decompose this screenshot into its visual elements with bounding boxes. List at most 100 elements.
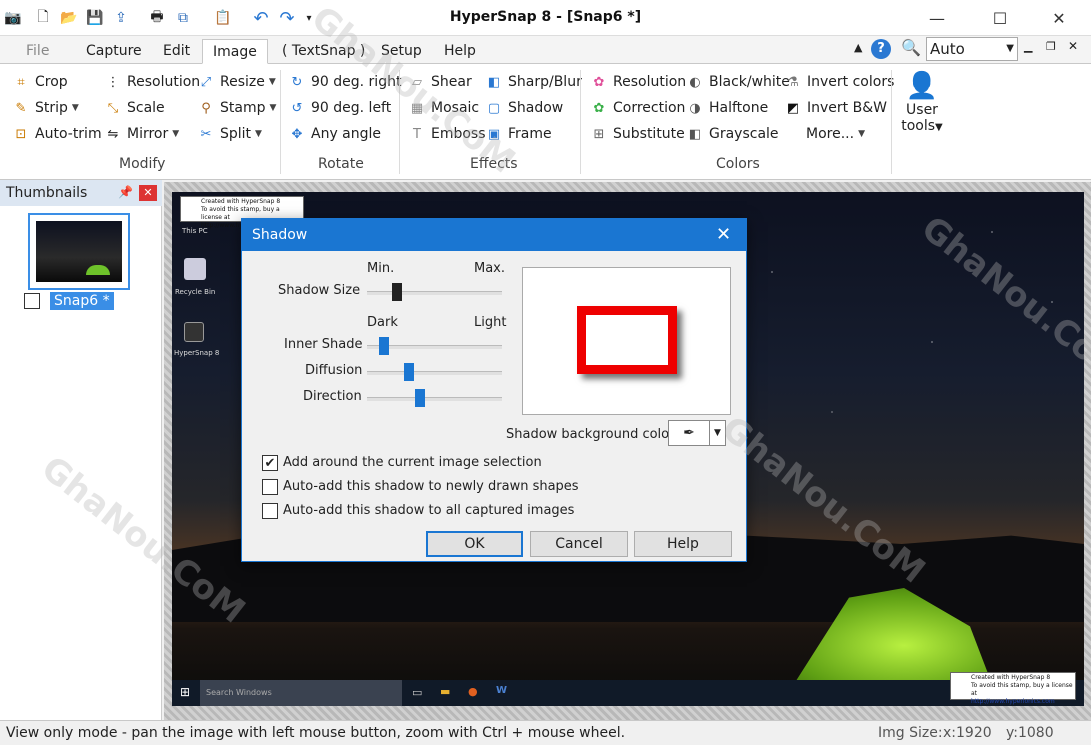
rotate-left-button[interactable]: ↺ 90 deg. left	[288, 97, 392, 119]
preview-red-rectangle	[577, 306, 677, 374]
chevron-down-icon: ▼	[858, 129, 865, 139]
chevron-down-icon: ▼	[269, 103, 277, 113]
shadow-bg-color-picker[interactable]: ✒ ▼	[668, 420, 726, 446]
menu-bar: File Capture Edit Image ( TextSnap ) Set…	[0, 36, 1091, 64]
tab-textsnap[interactable]: ( TextSnap )	[272, 39, 375, 64]
black-white-button[interactable]: ◐ Black/white	[686, 71, 790, 93]
doc-minimize-icon[interactable]: ▁	[1024, 40, 1032, 53]
windows-start-icon: ⊞	[180, 685, 191, 699]
direction-slider[interactable]	[415, 389, 425, 407]
title-bar: 📷 🗋 📂 💾 ⇪ 🖶 ⧉ 📋 ↶ ↷ ▾ HyperSnap 8 - [Sna…	[0, 0, 1091, 36]
scale-button[interactable]: ⤡ Scale	[104, 97, 165, 119]
inner-shade-slider[interactable]	[379, 337, 389, 355]
checkbox-auto-add-shapes[interactable]	[262, 479, 278, 495]
halftone-icon: ◑	[689, 100, 701, 116]
doc-restore-icon[interactable]: ❐	[1046, 40, 1056, 53]
ribbon-divider	[399, 70, 400, 174]
collapse-ribbon-icon[interactable]: ▲	[854, 41, 862, 54]
taskbar-search: Search Windows	[200, 680, 402, 706]
checkbox-add-around-selection[interactable]: ✔	[262, 455, 278, 471]
tab-edit[interactable]: Edit	[153, 39, 200, 64]
thumbnails-panel: Thumbnails 📌 ✕ Snap6 *	[0, 180, 162, 720]
invert-bw-button[interactable]: ◩ Invert B&W	[784, 97, 887, 119]
close-panel-icon[interactable]: ✕	[139, 185, 157, 201]
checkbox-auto-add-captured[interactable]	[262, 503, 278, 519]
correction-button[interactable]: ✿ Correction	[590, 97, 686, 119]
status-width: x:1920	[943, 725, 992, 741]
status-height: y:1080	[1006, 725, 1054, 741]
auto-trim-icon: ⊡	[15, 126, 27, 142]
maximize-button[interactable]: ☐	[977, 0, 1023, 36]
zoom-icon[interactable]: 🔍	[901, 38, 921, 57]
label-direction: Direction	[303, 389, 362, 404]
tent-shape	[85, 264, 110, 275]
group-label-effects: Effects	[470, 156, 518, 172]
help-icon[interactable]: ?	[871, 39, 891, 59]
dialog-close-icon[interactable]: ✕	[716, 224, 731, 245]
zoom-select[interactable]: Auto ▼	[926, 37, 1018, 61]
close-button[interactable]: ✕	[1036, 0, 1082, 36]
shear-button[interactable]: ▱ Shear	[408, 71, 472, 93]
rotate-right-icon: ↻	[291, 74, 303, 90]
pin-icon[interactable]: 📌	[118, 185, 133, 199]
more-colors-button[interactable]: More... ▼	[806, 123, 865, 145]
crop-button[interactable]: ⌗ Crop	[12, 71, 67, 93]
tab-help[interactable]: Help	[434, 39, 486, 64]
doc-close-icon[interactable]: ✕	[1068, 39, 1078, 53]
diffusion-track	[367, 371, 502, 375]
minimize-button[interactable]: —	[914, 0, 960, 36]
resize-icon: ⤢	[200, 74, 212, 90]
sharp-blur-button[interactable]: ◧ Sharp/Blur	[485, 71, 582, 93]
color-wheel-icon: ✿	[593, 74, 605, 90]
thumbnail-checkbox[interactable]	[24, 293, 40, 309]
label-dark: Dark	[367, 315, 398, 330]
hypersnap-stamp-bottom: Created with HyperSnap 8 To avoid this s…	[950, 672, 1076, 705]
mosaic-button[interactable]: ▦ Mosaic	[408, 97, 479, 119]
split-button[interactable]: ✂ Split ▼	[197, 123, 262, 145]
frame-button[interactable]: ▣ Frame	[485, 123, 552, 145]
tab-capture[interactable]: Capture	[76, 39, 152, 64]
label-add-around-selection: Add around the current image selection	[283, 455, 542, 470]
label-auto-add-captured: Auto-add this shadow to all captured ima…	[283, 503, 575, 518]
label-max: Max.	[474, 261, 506, 276]
tab-setup[interactable]: Setup	[371, 39, 432, 64]
ribbon-divider	[280, 70, 281, 174]
strip-button[interactable]: ✎ Strip ▼	[12, 97, 79, 119]
file-explorer-icon: ▬	[440, 685, 451, 698]
desktop-taskbar: ⊞ Search Windows ▭ ▬ ● W	[172, 680, 1084, 706]
auto-trim-button[interactable]: ⊡ Auto-trim	[12, 123, 102, 145]
any-angle-button[interactable]: ✥ Any angle	[288, 123, 381, 145]
stamp-button[interactable]: ⚲ Stamp ▼	[197, 97, 276, 119]
invert-colors-button[interactable]: ⚗ Invert colors	[784, 71, 894, 93]
color-resolution-button[interactable]: ✿ Resolution	[590, 71, 687, 93]
chevron-down-icon: ▼	[255, 129, 262, 139]
mirror-button[interactable]: ⇋ Mirror ▼	[104, 123, 180, 145]
invert-colors-icon: ⚗	[787, 74, 799, 90]
cancel-button[interactable]: Cancel	[530, 531, 628, 557]
scale-icon: ⤡	[107, 100, 119, 116]
tab-file[interactable]: File	[16, 39, 59, 64]
user-tools-button[interactable]: 👤 User tools▼	[898, 70, 946, 134]
status-message: View only mode - pan the image with left…	[6, 725, 626, 741]
resize-button[interactable]: ⤢ Resize ▼	[197, 71, 276, 93]
shadow-button[interactable]: ▢ Shadow	[485, 97, 563, 119]
group-label-colors: Colors	[716, 156, 760, 172]
ok-button[interactable]: OK	[426, 531, 523, 557]
substitute-button[interactable]: ⊞ Substitute	[590, 123, 685, 145]
firefox-icon: ●	[468, 685, 478, 698]
tab-image[interactable]: Image	[202, 39, 268, 64]
diffusion-slider[interactable]	[404, 363, 414, 381]
thumbnail-label[interactable]: Snap6 *	[50, 292, 114, 310]
halftone-button[interactable]: ◑ Halftone	[686, 97, 768, 119]
black-white-icon: ◐	[689, 74, 701, 90]
label-shadow-size: Shadow Size	[278, 283, 361, 298]
shadow-size-slider[interactable]	[392, 283, 402, 301]
desktop-icon-hypersnap: HyperSnap 8	[174, 349, 220, 357]
help-button[interactable]: Help	[634, 531, 732, 557]
emboss-button[interactable]: T Emboss	[408, 123, 486, 145]
direction-track	[367, 397, 502, 401]
thumbnail-image[interactable]	[28, 213, 130, 290]
rotate-right-button[interactable]: ↻ 90 deg. right	[288, 71, 402, 93]
resolution-button[interactable]: ⋮ Resolution	[104, 71, 201, 93]
grayscale-button[interactable]: ◧ Grayscale	[686, 123, 779, 145]
